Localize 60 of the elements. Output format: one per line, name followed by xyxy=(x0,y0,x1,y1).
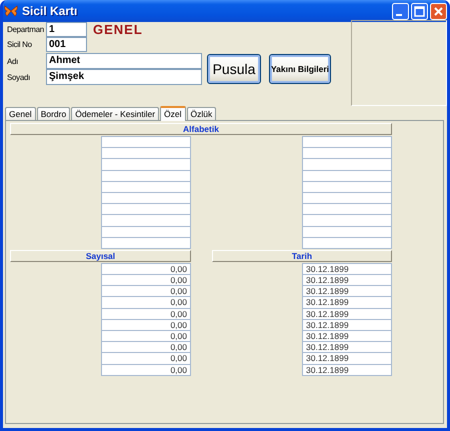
input-field[interactable]: Şimşek xyxy=(46,69,202,85)
tab[interactable]: Ödemeler - Kesintiler xyxy=(71,107,160,120)
field-label: Departman xyxy=(7,25,45,34)
input-field[interactable]: 0,00 xyxy=(101,364,191,376)
input-field[interactable] xyxy=(101,214,191,226)
field-label: Soyadı xyxy=(7,72,32,82)
input-field[interactable] xyxy=(302,236,392,249)
input-field[interactable]: 30.12.1899 xyxy=(302,330,392,342)
input-field[interactable]: 0,00 xyxy=(101,285,191,298)
input-field[interactable] xyxy=(101,170,191,182)
input-field[interactable] xyxy=(302,180,392,193)
input-field[interactable]: 0,00 xyxy=(101,352,191,365)
input-field[interactable]: 0,00 xyxy=(101,262,191,276)
input-field[interactable] xyxy=(101,158,191,171)
input-field[interactable]: 0,00 xyxy=(101,308,191,320)
input-field[interactable] xyxy=(302,214,392,226)
input-field[interactable]: 001 xyxy=(46,37,87,52)
minimize-button[interactable] xyxy=(392,2,409,20)
input-field[interactable]: 1 xyxy=(46,22,87,37)
input-field[interactable]: Ahmet xyxy=(46,53,202,69)
input-field[interactable]: 30.12.1899 xyxy=(302,285,392,298)
input-field[interactable]: 30.12.1899 xyxy=(302,308,392,320)
input-field[interactable]: 0,00 xyxy=(101,274,191,286)
input-field[interactable] xyxy=(302,203,392,216)
group-header: Tarih xyxy=(212,250,392,262)
input-field[interactable] xyxy=(302,158,392,171)
input-field[interactable] xyxy=(302,147,392,160)
tab[interactable]: Özlük xyxy=(186,107,216,120)
input-field[interactable]: 30.12.1899 xyxy=(302,341,392,354)
input-field[interactable]: 30.12.1899 xyxy=(302,262,392,276)
input-field[interactable] xyxy=(101,203,191,216)
input-field[interactable] xyxy=(101,236,191,249)
input-field[interactable]: 30.12.1899 xyxy=(302,274,392,286)
relatives-button[interactable]: Yakını Bilgileri xyxy=(269,54,331,84)
section-title: GENEL xyxy=(93,22,143,37)
window-title: Sicil Kartı xyxy=(22,4,78,18)
input-field[interactable] xyxy=(101,180,191,193)
input-field[interactable]: 30.12.1899 xyxy=(302,364,392,376)
tab[interactable]: Özel xyxy=(160,106,186,121)
butterfly-icon xyxy=(4,5,18,17)
input-field[interactable]: 0,00 xyxy=(101,330,191,342)
input-field[interactable]: 30.12.1899 xyxy=(302,352,392,365)
maximize-button[interactable] xyxy=(411,2,428,20)
pusula-button[interactable]: Pusula xyxy=(207,54,261,84)
field-label: Sicil No xyxy=(7,40,33,49)
group-header: Alfabetik xyxy=(10,123,392,135)
input-field[interactable] xyxy=(302,226,392,238)
input-field[interactable] xyxy=(101,147,191,160)
input-field[interactable] xyxy=(101,136,191,148)
tab[interactable]: Bordro xyxy=(36,107,70,120)
tab[interactable]: Genel xyxy=(5,107,36,120)
input-field[interactable]: 0,00 xyxy=(101,341,191,354)
input-field[interactable]: 30.12.1899 xyxy=(302,296,392,309)
group-header: Sayısal xyxy=(10,250,191,262)
field-label: Adı xyxy=(7,56,20,66)
input-field[interactable]: 0,00 xyxy=(101,296,191,309)
input-field[interactable] xyxy=(302,136,392,148)
close-button[interactable] xyxy=(430,2,447,20)
input-field[interactable] xyxy=(101,226,191,238)
input-field[interactable] xyxy=(302,170,392,182)
